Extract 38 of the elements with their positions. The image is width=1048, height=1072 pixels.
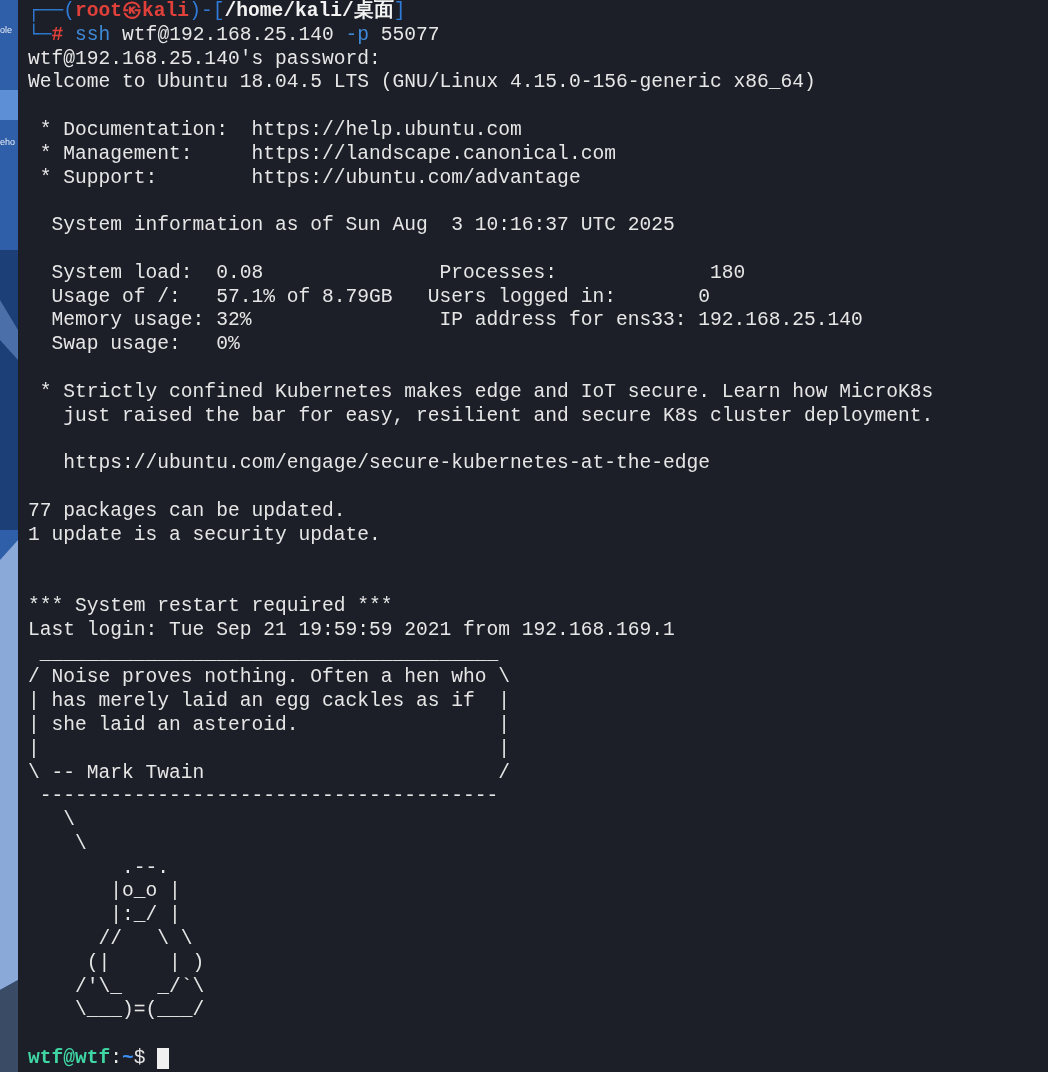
terminal-line: \ [62, 809, 76, 833]
terminal-line: | | [28, 737, 511, 762]
desktop-icon-label: ole [0, 24, 13, 36]
terminal-line: .--. [121, 856, 170, 881]
terminal-line: Swap usage: 0% [50, 333, 240, 357]
terminal-line: 1 update is a security update. [28, 523, 381, 548]
terminal-line: \___)=(___/ [74, 999, 205, 1024]
desktop-icon-label: eho [0, 136, 17, 148]
terminal-line: |o_o | [109, 880, 181, 905]
terminal-line: | has merely laid an egg cackles as if | [28, 690, 511, 714]
terminal-line: (| | ) [85, 951, 205, 976]
terminal-line: just raised the bar for easy, resilient and secure K8s cluster deployment. [62, 404, 934, 429]
terminal-line: /'\_ _/`\ [74, 975, 205, 1000]
terminal-line: * Strictly confined Kubernetes makes edge and IoT secure. Learn how MicroK8s [38, 380, 934, 405]
terminal-line: ┌──(root㉿kali)-[/home/kali/桌面] [28, 0, 406, 23]
terminal-line: / Noise proves nothing. Often a hen who \ [28, 666, 511, 691]
terminal-line: https://ubuntu.com/engage/secure-kubernetes-at-the-edge [62, 452, 710, 476]
terminal-line: \ -- Mark Twain / [28, 761, 511, 786]
terminal-line: 77 packages can be updated. [28, 499, 346, 524]
terminal-line: *** System restart required *** [28, 594, 393, 619]
terminal-line: * Management: https://landscape.canonical.com [38, 142, 616, 167]
terminal-line: \ [74, 832, 87, 857]
terminal-line: Welcome to Ubuntu 18.04.5 LTS (GNU/Linux 4.15.0-156-generic x86_64) [28, 71, 816, 96]
terminal-line: Memory usage: 32% IP address for ens33: 192.168.25.140 [50, 309, 863, 334]
terminal-line: |:_/ | [109, 904, 181, 929]
terminal-line: wtf@wtf:~$ [28, 1047, 147, 1071]
terminal-line: wtf@192.168.25.140's password: [28, 47, 381, 72]
terminal-line: └─# ssh wtf@192.168.25.140 -p 55077 [28, 23, 440, 48]
terminal-line: // \ \ [97, 928, 193, 952]
terminal-line: Usage of /: 57.1% of 8.79GB Users logged in: 0 [50, 285, 710, 310]
terminal-line: * Support: https://ubuntu.com/advantage [38, 166, 581, 191]
terminal-line: _______________________________________ [38, 642, 499, 667]
terminal-line: | she laid an asteroid. | [28, 713, 511, 738]
terminal-line: Last login: Tue Sep 21 19:59:59 2021 from 192.168.169.1 [28, 618, 675, 643]
terminal-line: * Documentation: https://help.ubuntu.com [38, 119, 522, 143]
terminal-line: System information as of Sun Aug 3 10:16:37 UTC 2025 [50, 214, 675, 238]
terminal-line: --------------------------------------- [38, 785, 499, 810]
terminal-line: System load: 0.08 Processes: 180 [50, 261, 746, 286]
